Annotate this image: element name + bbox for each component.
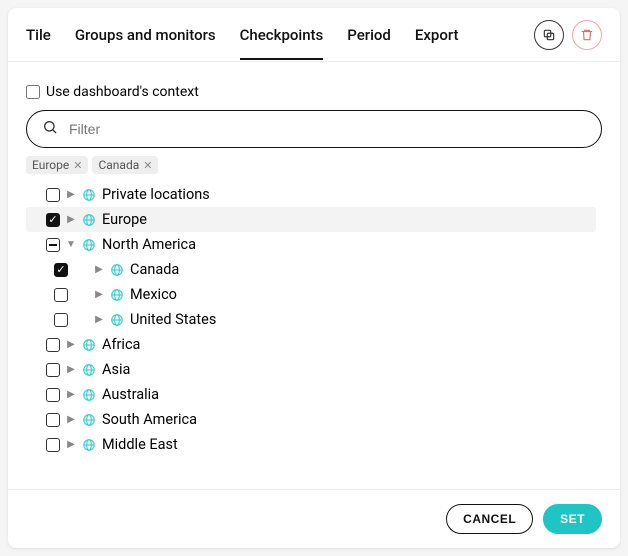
use-context-row[interactable]: Use dashboard's context <box>26 84 602 100</box>
tree-node-label[interactable]: Mexico <box>130 286 177 303</box>
tree-node: ▶ Africa <box>26 332 596 357</box>
tree-node-label[interactable]: Middle East <box>102 436 178 453</box>
filter-chip: Europe ✕ <box>26 156 88 174</box>
tree-node: ▶ South America <box>26 407 596 432</box>
set-button[interactable]: SET <box>543 504 602 534</box>
globe-icon <box>82 388 96 402</box>
chevron-right-icon[interactable]: ▶ <box>66 414 76 425</box>
globe-icon <box>82 188 96 202</box>
tree-node: ▶ Private locations <box>26 182 596 207</box>
tree-node: ▶ Middle East <box>26 432 596 457</box>
tree-node-label[interactable]: North America <box>102 236 196 253</box>
chip-remove-icon[interactable]: ✕ <box>143 159 152 172</box>
filter-chips: Europe ✕ Canada ✕ <box>26 156 602 174</box>
chevron-right-icon[interactable]: ▶ <box>66 439 76 450</box>
tabs-header: Tile Groups and monitors Checkpoints Period… <box>8 8 620 62</box>
chevron-right-icon[interactable]: ▶ <box>94 264 104 275</box>
cancel-button[interactable]: CANCEL <box>446 504 533 534</box>
chevron-down-icon[interactable]: ▼ <box>66 239 76 250</box>
filter-chip: Canada ✕ <box>92 156 158 174</box>
globe-icon <box>82 363 96 377</box>
tree-node-label[interactable]: South America <box>102 411 197 428</box>
use-context-label: Use dashboard's context <box>46 84 199 100</box>
tree-node: ▶ Mexico <box>26 282 596 307</box>
tree-node: ▶ United States <box>26 307 596 332</box>
tree-node-label[interactable]: Canada <box>130 261 179 278</box>
tab-period[interactable]: Period <box>347 10 391 60</box>
tree-checkbox[interactable] <box>46 238 60 252</box>
panel-body: Use dashboard's context Europe ✕ Canada ✕ ▶… <box>8 62 620 489</box>
tree-checkbox[interactable] <box>46 413 60 427</box>
tree-checkbox[interactable] <box>46 363 60 377</box>
chevron-right-icon[interactable]: ▶ <box>94 289 104 300</box>
tab-export[interactable]: Export <box>415 10 459 60</box>
tree-checkbox[interactable] <box>54 263 68 277</box>
tree-node-label[interactable]: Africa <box>102 336 140 353</box>
tree-node: ▼ North America <box>26 232 596 257</box>
copy-icon <box>542 28 556 42</box>
globe-icon <box>82 413 96 427</box>
tree-node: ▶ Australia <box>26 382 596 407</box>
chip-label: Canada <box>98 158 139 172</box>
tab-actions <box>534 20 602 50</box>
tree-checkbox[interactable] <box>46 188 60 202</box>
globe-icon <box>110 288 124 302</box>
chevron-right-icon[interactable]: ▶ <box>66 364 76 375</box>
tree-node: ▶ Canada <box>26 257 596 282</box>
tree-checkbox[interactable] <box>46 213 60 227</box>
chevron-right-icon[interactable]: ▶ <box>66 214 76 225</box>
tree-node-label[interactable]: Europe <box>102 211 147 228</box>
globe-icon <box>82 213 96 227</box>
duplicate-button[interactable] <box>534 20 564 50</box>
filter-input[interactable] <box>26 110 602 148</box>
settings-panel: Tile Groups and monitors Checkpoints Period… <box>8 8 620 548</box>
tree-node-label[interactable]: Australia <box>102 386 159 403</box>
search-icon <box>42 119 58 139</box>
filter-wrapper <box>26 110 602 148</box>
chevron-right-icon[interactable]: ▶ <box>94 314 104 325</box>
tabs: Tile Groups and monitors Checkpoints Period… <box>26 10 534 60</box>
tree-checkbox[interactable] <box>54 313 68 327</box>
panel-footer: CANCEL SET <box>8 489 620 548</box>
tree-node: ▶ Europe <box>26 207 596 232</box>
tab-checkpoints[interactable]: Checkpoints <box>240 10 324 60</box>
chevron-right-icon[interactable]: ▶ <box>66 339 76 350</box>
globe-icon <box>82 238 96 252</box>
chevron-right-icon[interactable]: ▶ <box>66 189 76 200</box>
tab-tile[interactable]: Tile <box>26 10 51 60</box>
tree-checkbox[interactable] <box>46 388 60 402</box>
use-context-checkbox[interactable] <box>26 85 40 99</box>
chip-remove-icon[interactable]: ✕ <box>73 159 82 172</box>
delete-button[interactable] <box>572 20 602 50</box>
tree-node: ▶ Asia <box>26 357 596 382</box>
globe-icon <box>110 263 124 277</box>
trash-icon <box>580 28 594 42</box>
tree-checkbox[interactable] <box>46 438 60 452</box>
tab-groups-and-monitors[interactable]: Groups and monitors <box>75 10 216 60</box>
tree-node-label[interactable]: Asia <box>102 361 130 378</box>
tree-node-label[interactable]: United States <box>130 311 216 328</box>
chevron-right-icon[interactable]: ▶ <box>66 389 76 400</box>
tree-node-label[interactable]: Private locations <box>102 186 210 203</box>
checkpoint-tree: ▶ Private locations ▶ Europe ▼ North America ▶… <box>26 182 602 479</box>
globe-icon <box>82 438 96 452</box>
globe-icon <box>82 338 96 352</box>
tree-checkbox[interactable] <box>46 338 60 352</box>
tree-checkbox[interactable] <box>54 288 68 302</box>
chip-label: Europe <box>32 158 69 172</box>
globe-icon <box>110 313 124 327</box>
